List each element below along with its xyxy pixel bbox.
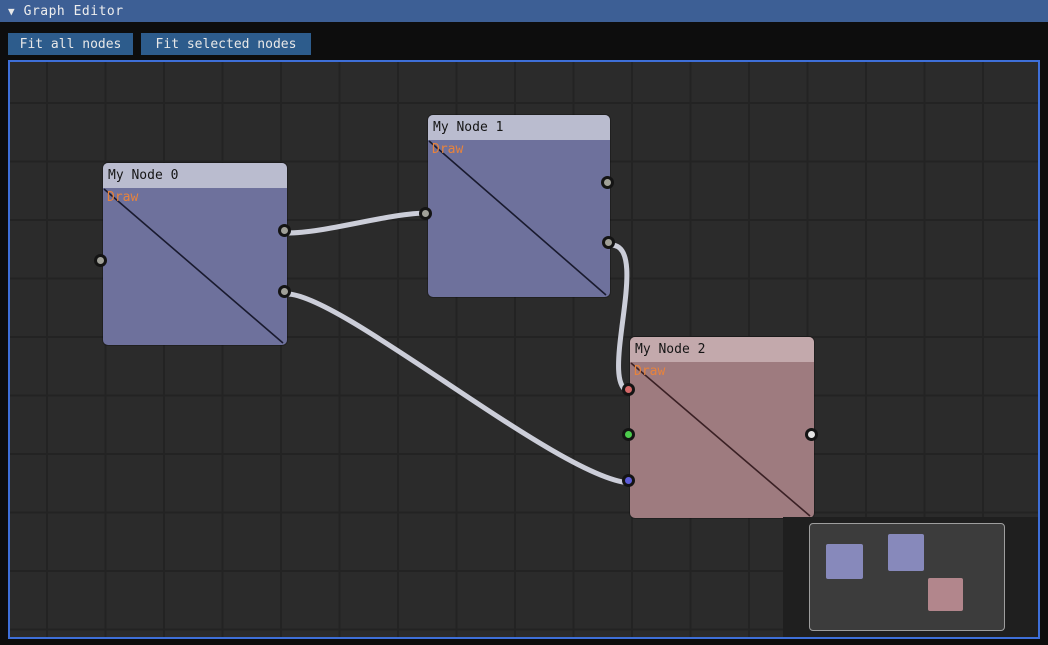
node-draw-diagonal [630,362,814,518]
minimap-node-0[interactable] [826,544,863,579]
node-body-my-node-1: Draw [428,140,610,297]
node-titlebar-my-node-0[interactable]: My Node 0 [103,163,287,188]
node-draw-label: Draw [432,142,463,157]
node-my-node-0[interactable]: My Node 0 Draw [103,163,287,345]
minimap-node-1[interactable] [888,534,924,571]
node-titlebar-my-node-1[interactable]: My Node 1 [428,115,610,140]
node-my-node-1[interactable]: My Node 1 Draw [428,115,610,297]
minimap-node-2[interactable] [928,578,963,611]
fit-selected-nodes-button[interactable]: Fit selected nodes [141,33,311,55]
my-node-2-output-pin-white[interactable] [805,428,818,441]
link-node0-node1[interactable] [287,213,428,233]
window-titlebar: ▼ Graph Editor [0,0,1048,22]
my-node-0-output-pin-1[interactable] [278,224,291,237]
my-node-1-output-pin-2[interactable] [602,236,615,249]
node-draw-diagonal [428,140,610,297]
node-draw-diagonal [103,188,287,345]
link-node0-node2-blue[interactable] [287,294,632,483]
my-node-0-input-pin[interactable] [94,254,107,267]
node-draw-label: Draw [107,190,138,205]
my-node-0-output-pin-2[interactable] [278,285,291,298]
my-node-1-input-pin[interactable] [419,207,432,220]
node-draw-label: Draw [634,364,665,379]
minimap[interactable] [809,523,1005,631]
node-body-my-node-0: Draw [103,188,287,345]
my-node-2-input-pin-green[interactable] [622,428,635,441]
window-title: Graph Editor [24,4,124,19]
my-node-1-output-pin-1[interactable] [601,176,614,189]
my-node-2-input-pin-red[interactable] [622,383,635,396]
collapse-arrow-icon[interactable]: ▼ [8,6,15,17]
node-body-my-node-2: Draw [630,362,814,518]
link-node1-node2-red[interactable] [611,245,632,392]
fit-all-nodes-button[interactable]: Fit all nodes [8,33,133,55]
node-my-node-2[interactable]: My Node 2 Draw [630,337,814,518]
my-node-2-input-pin-blue[interactable] [622,474,635,487]
node-editor-canvas[interactable]: My Node 0 Draw My Node 1 Draw My Node 2 Draw [8,60,1040,639]
node-titlebar-my-node-2[interactable]: My Node 2 [630,337,814,362]
